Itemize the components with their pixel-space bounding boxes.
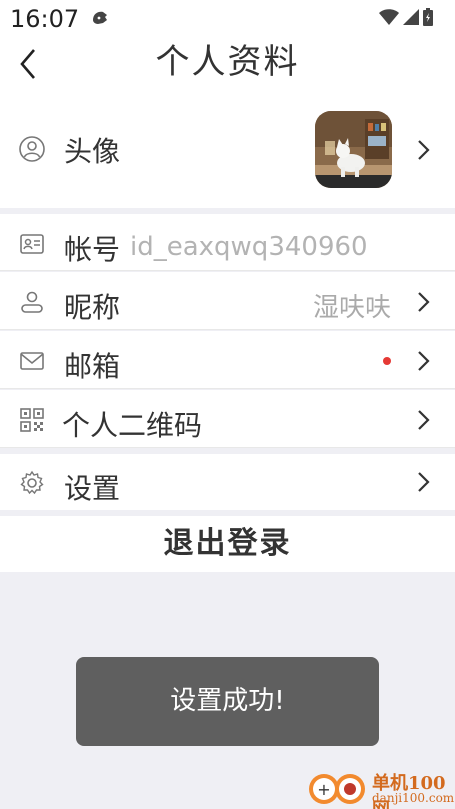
mail-row[interactable]: 邮箱	[0, 331, 455, 389]
avatar-row[interactable]: 头像	[0, 100, 455, 208]
id-card-icon	[20, 234, 44, 254]
status-time: 16:07	[10, 5, 80, 33]
nickname-value: 湿呋呋	[312, 293, 391, 323]
settings-row[interactable]: 设置	[0, 454, 455, 510]
unread-dot	[383, 357, 391, 365]
account-label: 帐号	[64, 233, 121, 266]
envelope-icon	[20, 352, 44, 370]
user-circle-icon	[19, 136, 45, 162]
account-value: id_eaxqwq340960	[130, 232, 368, 262]
person-icon	[21, 291, 43, 313]
status-bar: 16:07	[0, 0, 455, 40]
wifi-icon	[379, 9, 399, 25]
toast-message: 设置成功!	[76, 657, 379, 746]
signal-icon	[403, 9, 419, 25]
avatar-label: 头像	[64, 135, 121, 168]
svg-text:+: +	[317, 780, 330, 799]
nav-bar: 个人资料	[0, 40, 455, 100]
chevron-right-icon	[418, 292, 430, 312]
page-title: 个人资料	[155, 42, 300, 82]
notification-icon	[93, 11, 107, 24]
chevron-right-icon	[418, 140, 430, 160]
account-row: 帐号 id_eaxqwq340960	[0, 214, 455, 271]
qr-code-icon	[20, 408, 44, 432]
qr-code-label: 个人二维码	[62, 409, 203, 442]
avatar[interactable]	[315, 111, 392, 188]
mail-label: 邮箱	[64, 350, 121, 383]
chevron-right-icon	[418, 351, 430, 371]
qr-code-row[interactable]: 个人二维码	[0, 390, 455, 448]
cat-photo	[315, 111, 392, 188]
gear-icon	[20, 470, 44, 495]
chevron-right-icon	[418, 410, 430, 430]
settings-label: 设置	[64, 472, 121, 505]
battery-icon	[423, 8, 433, 26]
logout-button[interactable]: 退出登录	[0, 516, 455, 572]
watermark-domain: danji100.com	[372, 791, 455, 805]
chevron-right-icon	[418, 472, 430, 492]
status-icons	[379, 8, 433, 26]
watermark-logo-icon: +	[309, 774, 365, 804]
nickname-row[interactable]: 昵称 湿呋呋	[0, 272, 455, 330]
watermark: + 单机100网 danji100.com	[306, 768, 455, 809]
nickname-label: 昵称	[64, 291, 121, 324]
